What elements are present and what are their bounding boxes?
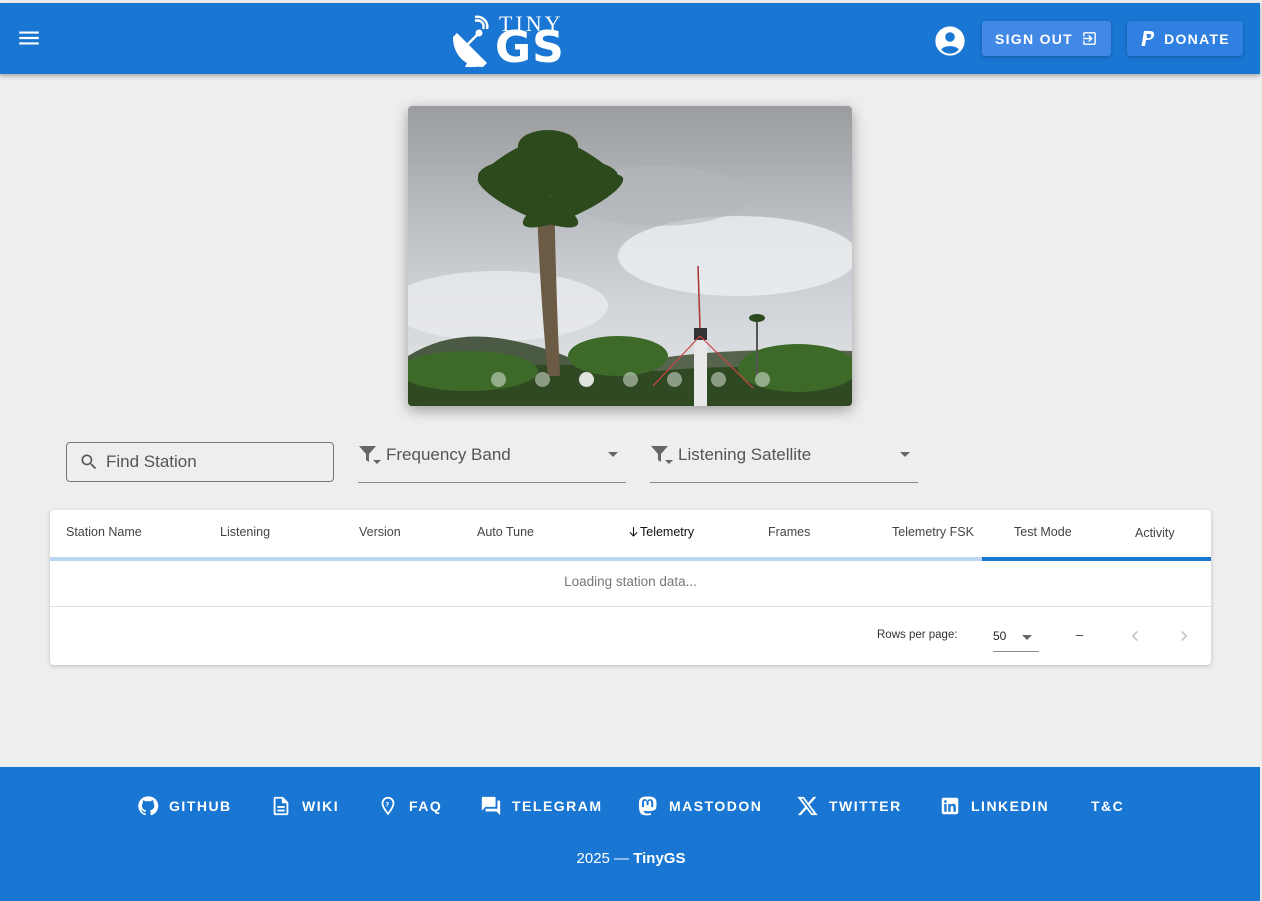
- find-station-input[interactable]: [106, 449, 326, 475]
- rows-per-page-value: 50: [993, 629, 1007, 643]
- filter-dropdown-icon: [651, 446, 673, 464]
- loading-progress-fill: [982, 557, 1211, 561]
- footer-link-telegram[interactable]: TELEGRAM: [480, 793, 603, 819]
- logout-icon: [1083, 32, 1096, 45]
- footer-link-label: FAQ: [409, 798, 443, 814]
- column-activity[interactable]: Activity: [1135, 526, 1175, 540]
- copyright-brand: TinyGS: [633, 850, 686, 867]
- chat-icon: [481, 796, 501, 816]
- copyright-year: 2025 —: [576, 850, 630, 867]
- column-telemetry-fsk[interactable]: Telemetry FSK: [892, 525, 974, 539]
- donate-button[interactable]: DONATE: [1127, 21, 1243, 56]
- footer-link-label: TWITTER: [829, 798, 902, 814]
- document-icon: [273, 796, 289, 816]
- station-photo-carousel[interactable]: [408, 106, 852, 406]
- footer-link-terms[interactable]: T&C: [1091, 793, 1124, 819]
- frequency-band-select[interactable]: Frequency Band: [358, 440, 626, 483]
- rows-per-page-select[interactable]: 50: [993, 624, 1039, 652]
- mastodon-icon: [638, 796, 657, 816]
- chevron-left-icon: [1131, 631, 1138, 641]
- help-location-icon: ?: [381, 796, 395, 816]
- column-listening[interactable]: Listening: [220, 525, 270, 539]
- github-icon: [138, 796, 159, 816]
- column-telemetry-label: Telemetry: [640, 525, 695, 539]
- footer-link-linkedin[interactable]: LINKEDIN: [939, 793, 1049, 819]
- footer-link-label: LINKEDIN: [971, 798, 1050, 814]
- pagination-range: –: [1076, 627, 1084, 642]
- search-icon: [81, 454, 97, 470]
- rows-per-page-label: Rows per page:: [877, 629, 958, 641]
- svg-text:?: ?: [385, 800, 390, 808]
- footer-link-label: WIKI: [302, 798, 340, 814]
- footer-link-label: MASTODON: [669, 798, 763, 814]
- filter-dropdown-icon: [359, 446, 381, 464]
- carousel-dot[interactable]: [667, 372, 682, 387]
- find-station-search[interactable]: [66, 442, 334, 482]
- chevron-down-icon: [608, 452, 618, 457]
- frequency-band-label: Frequency Band: [386, 445, 511, 464]
- column-version[interactable]: Version: [359, 525, 401, 539]
- logo-gs-text: GS: [495, 22, 565, 73]
- previous-page-button[interactable]: [1125, 626, 1145, 646]
- paypal-icon: [1141, 30, 1155, 46]
- column-telemetry[interactable]: Telemetry: [627, 525, 694, 539]
- chevron-right-icon: [1181, 631, 1188, 641]
- menu-icon[interactable]: [16, 25, 42, 51]
- footer-link-label: TELEGRAM: [512, 798, 603, 814]
- column-test-mode[interactable]: Test Mode: [1014, 525, 1072, 539]
- app-header: TINY GS SIGN OUT DONATE: [0, 3, 1260, 74]
- copyright: 2025 — TinyGS: [0, 850, 1262, 867]
- next-page-button[interactable]: [1174, 626, 1194, 646]
- chevron-down-icon: [1022, 635, 1032, 640]
- sign-out-button[interactable]: SIGN OUT: [982, 21, 1111, 56]
- footer-link-label: T&C: [1091, 798, 1125, 814]
- column-frames[interactable]: Frames: [768, 525, 810, 539]
- satellite-dish-icon: [453, 15, 489, 67]
- chevron-down-icon: [900, 452, 910, 457]
- stations-table: Station Name Listening Version Auto Tune…: [50, 510, 1211, 665]
- tinygs-logo[interactable]: TINY GS: [447, 11, 569, 71]
- carousel-dot[interactable]: [623, 372, 638, 387]
- footer-link-faq[interactable]: ? FAQ: [377, 793, 442, 819]
- loading-message: Loading station data...: [564, 574, 697, 589]
- listening-satellite-select[interactable]: Listening Satellite: [650, 440, 918, 483]
- linkedin-icon: [941, 797, 959, 815]
- footer-link-github[interactable]: GITHUB: [137, 793, 232, 819]
- carousel-dot[interactable]: [579, 372, 594, 387]
- sign-out-label: SIGN OUT: [994, 30, 1074, 47]
- x-icon: [797, 796, 818, 816]
- footer-link-twitter[interactable]: TWITTER: [797, 793, 902, 819]
- carousel-dot[interactable]: [491, 372, 506, 387]
- donate-label: DONATE: [1164, 30, 1230, 47]
- footer-link-wiki[interactable]: WIKI: [270, 793, 339, 819]
- table-divider: [50, 606, 1211, 607]
- column-station-name[interactable]: Station Name: [66, 525, 142, 539]
- app-footer: GITHUB WIKI ? FAQ TELEGRAM MASTODON TWIT…: [0, 767, 1260, 901]
- footer-link-mastodon[interactable]: MASTODON: [637, 793, 762, 819]
- station-photo: [408, 106, 852, 406]
- loading-progress-bar: [50, 557, 1211, 561]
- carousel-dots: [408, 372, 852, 388]
- arrow-down-icon: [629, 527, 638, 537]
- carousel-dot[interactable]: [535, 372, 550, 387]
- column-auto-tune[interactable]: Auto Tune: [477, 525, 534, 539]
- account-icon[interactable]: [934, 25, 966, 57]
- carousel-dot[interactable]: [755, 372, 770, 387]
- footer-link-label: GITHUB: [169, 798, 232, 814]
- listening-satellite-label: Listening Satellite: [678, 445, 812, 464]
- carousel-dot[interactable]: [711, 372, 726, 387]
